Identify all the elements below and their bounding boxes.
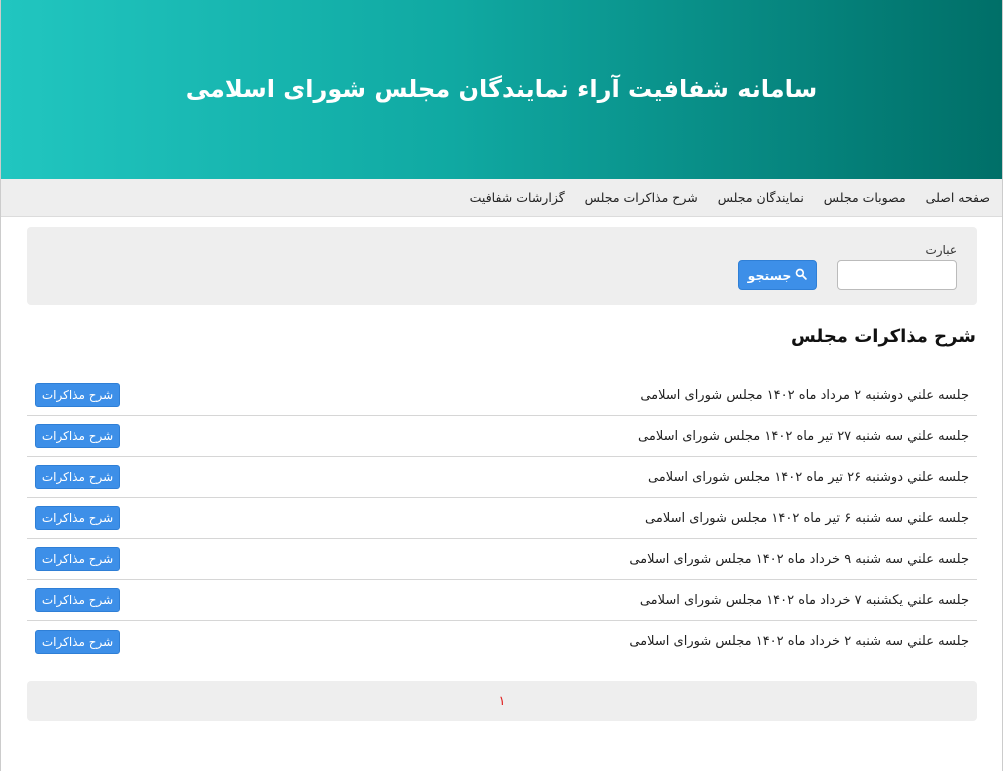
- list-item: جلسه علني سه شنبه ۹ خرداد ماه ۱۴۰۲ مجلس …: [27, 539, 977, 580]
- list-item: جلسه علني دوشنبه ۲ مرداد ماه ۱۴۰۲ مجلس ش…: [27, 375, 977, 416]
- site-header: سامانه شفافیت آراء نمایندگان مجلس شورای …: [1, 0, 1002, 179]
- search-icon: [795, 268, 808, 283]
- nav-item-debates[interactable]: شرح مذاکرات مجلس: [585, 190, 698, 205]
- session-title: جلسه علني سه شنبه ۲۷ تير ماه ۱۴۰۲ مجلس ش…: [638, 428, 969, 444]
- search-input[interactable]: [837, 260, 957, 290]
- list-item: جلسه علني سه شنبه ۶ تير ماه ۱۴۰۲ مجلس شو…: [27, 498, 977, 539]
- session-title: جلسه علني سه شنبه ۹ خرداد ماه ۱۴۰۲ مجلس …: [629, 551, 969, 567]
- debate-details-button[interactable]: شرح مذاکرات: [35, 465, 120, 489]
- list-item: جلسه علني يكشنبه ۷ خرداد ماه ۱۴۰۲ مجلس ش…: [27, 580, 977, 621]
- search-button-label: جستجو: [747, 267, 792, 283]
- debate-details-button[interactable]: شرح مذاکرات: [35, 629, 120, 654]
- list-item: جلسه علني سه شنبه ۲۷ تير ماه ۱۴۰۲ مجلس ش…: [27, 416, 977, 457]
- nav-item-home[interactable]: صفحه اصلی: [926, 190, 990, 205]
- list-item: جلسه علني دوشنبه ۲۶ تير ماه ۱۴۰۲ مجلس شو…: [27, 457, 977, 498]
- search-label: عبارت: [925, 243, 957, 257]
- search-button[interactable]: جستجو: [738, 260, 817, 290]
- debate-details-button[interactable]: شرح مذاکرات: [35, 383, 120, 407]
- site-title: سامانه شفافیت آراء نمایندگان مجلس شورای …: [185, 74, 818, 103]
- section-title: شرح مذاکرات مجلس: [791, 326, 976, 347]
- nav-item-approvals[interactable]: مصوبات مجلس: [824, 190, 906, 205]
- list-item: جلسه علني سه شنبه ۲ خرداد ماه ۱۴۰۲ مجلس …: [27, 621, 977, 662]
- debate-details-button[interactable]: شرح مذاکرات: [35, 424, 120, 448]
- session-title: جلسه علني دوشنبه ۲ مرداد ماه ۱۴۰۲ مجلس ش…: [640, 387, 969, 403]
- session-title: جلسه علني سه شنبه ۲ خرداد ماه ۱۴۰۲ مجلس …: [629, 634, 969, 649]
- debate-details-button[interactable]: شرح مذاکرات: [35, 506, 120, 530]
- search-panel: عبارت جستجو: [27, 227, 977, 305]
- session-title: جلسه علني يكشنبه ۷ خرداد ماه ۱۴۰۲ مجلس ش…: [639, 592, 969, 608]
- debate-details-button[interactable]: شرح مذاکرات: [35, 547, 120, 571]
- debate-details-button[interactable]: شرح مذاکرات: [35, 588, 120, 612]
- session-title: جلسه علني دوشنبه ۲۶ تير ماه ۱۴۰۲ مجلس شو…: [647, 469, 969, 485]
- pagination: ۱: [27, 681, 977, 721]
- main-nav: صفحه اصلی مصوبات مجلس نمایندگان مجلس شرح…: [1, 179, 1002, 217]
- nav-item-representatives[interactable]: نمایندگان مجلس: [718, 190, 804, 205]
- page: سامانه شفافیت آراء نمایندگان مجلس شورای …: [0, 0, 1003, 771]
- nav-item-transparency-reports[interactable]: گزارشات شفافیت: [470, 190, 565, 205]
- session-list: جلسه علني دوشنبه ۲ مرداد ماه ۱۴۰۲ مجلس ش…: [27, 375, 977, 662]
- session-title: جلسه علني سه شنبه ۶ تير ماه ۱۴۰۲ مجلس شو…: [645, 510, 969, 526]
- page-link[interactable]: ۱: [499, 694, 506, 709]
